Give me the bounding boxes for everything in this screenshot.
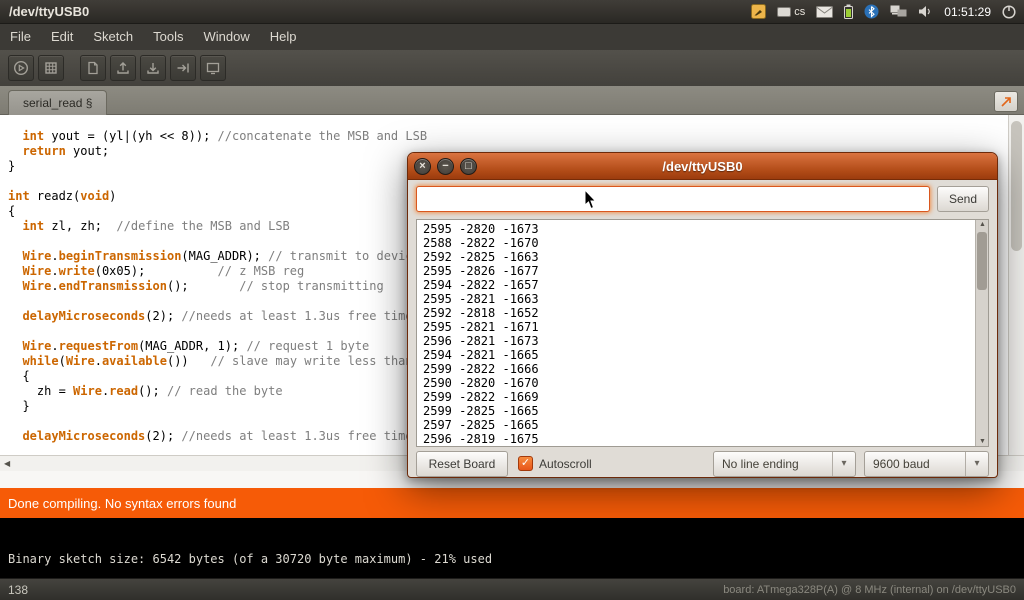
serial-line: 2597 -2825 -1665 (423, 418, 982, 432)
serial-line: 2596 -2821 -1673 (423, 334, 982, 348)
serial-output: 2595 -2820 -16732588 -2822 -16702592 -28… (416, 219, 989, 447)
serial-line: 2599 -2822 -1666 (423, 362, 982, 376)
console-output: Binary sketch size: 6542 bytes (of a 307… (0, 518, 1024, 578)
menu-bar: FileEditSketchToolsWindowHelp (0, 24, 1024, 50)
save-button[interactable] (140, 55, 166, 81)
clock[interactable]: 01:51:29 (944, 5, 991, 19)
serial-input[interactable] (416, 186, 930, 212)
serial-line: 2599 -2822 -1669 (423, 390, 982, 404)
scroll-left-icon[interactable]: ◀ (4, 456, 10, 471)
serial-line: 2595 -2820 -1673 (423, 222, 982, 236)
line-ending-value: No line ending (714, 457, 832, 471)
verify-button[interactable] (8, 55, 34, 81)
network-icon[interactable] (890, 5, 907, 18)
scrollbar-thumb[interactable] (1011, 121, 1022, 251)
serial-line: 2594 -2822 -1657 (423, 278, 982, 292)
check-icon: ✓ (521, 457, 530, 470)
minimize-icon: − (442, 159, 448, 174)
serial-window-titlebar[interactable]: × − □ /dev/ttyUSB0 (408, 153, 997, 180)
serial-line: 2595 -2826 -1677 (423, 264, 982, 278)
board-info: board: ATmega328P(A) @ 8 MHz (internal) … (723, 584, 1016, 596)
serial-line: 2592 -2818 -1652 (423, 306, 982, 320)
baud-value: 9600 baud (865, 457, 965, 471)
new-button[interactable] (80, 55, 106, 81)
editor-vertical-scrollbar[interactable] (1008, 115, 1024, 455)
close-button[interactable]: × (414, 158, 431, 175)
top-panel: /dev/ttyUSB0 cs 01:51:29 (0, 0, 1024, 24)
chevron-down-icon: ▾ (832, 452, 855, 476)
serial-line: 2588 -2822 -1670 (423, 236, 982, 250)
menu-item-edit[interactable]: Edit (41, 24, 83, 50)
serial-monitor-button[interactable] (994, 91, 1018, 112)
serial-line: 2595 -2821 -1663 (423, 292, 982, 306)
serial-line: 2592 -2825 -1663 (423, 250, 982, 264)
serial-line: 2595 -2821 -1671 (423, 320, 982, 334)
autoscroll-label: Autoscroll (539, 451, 592, 477)
serial-window-title: /dev/ttyUSB0 (408, 159, 997, 174)
footer-bar: 138 board: ATmega328P(A) @ 8 MHz (intern… (0, 578, 1024, 600)
serial-line: 2594 -2821 -1665 (423, 348, 982, 362)
bluetooth-icon[interactable] (864, 4, 879, 19)
mouse-cursor (584, 189, 598, 211)
reset-board-button[interactable]: Reset Board (416, 451, 508, 477)
minimize-button[interactable]: − (437, 158, 454, 175)
baud-select[interactable]: 9600 baud▾ (864, 451, 989, 477)
serial-line: 2599 -2825 -1665 (423, 404, 982, 418)
menu-item-help[interactable]: Help (260, 24, 307, 50)
tab-serial-read[interactable]: serial_read § (8, 90, 107, 115)
notes-icon[interactable] (751, 4, 766, 19)
status-message: Done compiling. No syntax errors found (8, 496, 236, 511)
chevron-down-icon: ▾ (965, 452, 988, 476)
arrow-up-right-icon (1000, 96, 1012, 108)
session-menu-icon[interactable] (1002, 5, 1016, 19)
maximize-button[interactable]: □ (460, 158, 477, 175)
scrollbar-thumb[interactable] (977, 232, 987, 290)
keyboard-layout-icon[interactable]: cs (777, 6, 805, 18)
menu-item-file[interactable]: File (0, 24, 41, 50)
stop-button[interactable] (38, 55, 64, 81)
maximize-icon: □ (465, 159, 472, 174)
serial-output-scrollbar[interactable]: ▲ ▼ (975, 220, 988, 446)
upload-button[interactable] (170, 55, 196, 81)
serial-monitor-button[interactable] (200, 55, 226, 81)
code-line: int yout = (yl|(yh << 8)); //concatenate… (8, 129, 1008, 144)
panel-window-title: /dev/ttyUSB0 (9, 4, 89, 19)
toolbar (0, 50, 1024, 86)
mail-icon[interactable] (816, 6, 833, 18)
status-bar: Done compiling. No syntax errors found (0, 488, 1024, 518)
autoscroll-checkbox[interactable]: ✓ (518, 456, 533, 471)
serial-monitor-window: × − □ /dev/ttyUSB0 Send 2595 -2820 -1673… (407, 152, 998, 478)
keyboard-layout-label: cs (794, 6, 805, 18)
console-text: Binary sketch size: 6542 bytes (of a 307… (8, 552, 492, 566)
line-ending-select[interactable]: No line ending▾ (713, 451, 856, 477)
line-number: 138 (8, 583, 28, 597)
volume-icon[interactable] (918, 5, 933, 18)
battery-icon[interactable] (844, 4, 853, 19)
scroll-up-icon[interactable]: ▲ (976, 221, 989, 228)
serial-line: 2596 -2819 -1675 (423, 432, 982, 446)
menu-item-window[interactable]: Window (193, 24, 259, 50)
menu-item-tools[interactable]: Tools (143, 24, 193, 50)
serial-line: 2590 -2820 -1670 (423, 376, 982, 390)
screen: /dev/ttyUSB0 cs 01:51:29 FileEditSketchT… (0, 0, 1024, 600)
tab-bar: serial_read § (0, 86, 1024, 115)
system-tray: cs 01:51:29 (751, 4, 1024, 19)
send-button[interactable]: Send (937, 186, 989, 212)
menu-item-sketch[interactable]: Sketch (83, 24, 143, 50)
open-button[interactable] (110, 55, 136, 81)
scroll-down-icon[interactable]: ▼ (976, 438, 989, 445)
close-icon: × (419, 159, 425, 174)
